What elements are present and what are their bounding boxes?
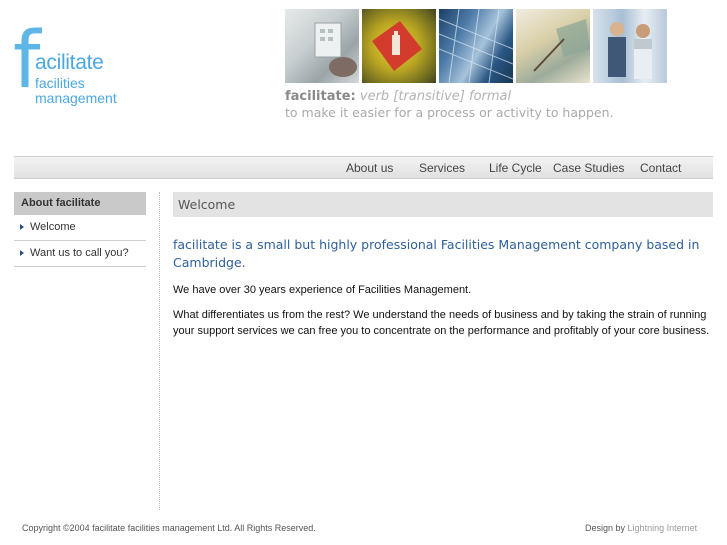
business-people-photo xyxy=(593,9,667,83)
glass-building-photo xyxy=(439,9,513,83)
nav-services[interactable]: Services xyxy=(419,161,465,175)
arrow-right-icon xyxy=(20,250,24,256)
tagline-meaning: to make it easier for a process or activ… xyxy=(285,105,614,120)
design-credit-prefix: Design by xyxy=(585,523,626,533)
sidebar-item-label: Welcome xyxy=(30,221,76,233)
logo-word-acilitate: acilitate xyxy=(35,51,104,74)
nav-contact[interactable]: Contact xyxy=(640,161,681,175)
header-photo-strip xyxy=(285,9,667,83)
sidebar-item-call-you[interactable]: Want us to call you? xyxy=(14,241,146,267)
page-heading-bar: Welcome xyxy=(173,192,713,217)
sidebar-heading: About facilitate xyxy=(14,192,146,215)
sidebar-item-welcome[interactable]: Welcome xyxy=(14,215,146,241)
copyright-text: Copyright ©2004 facilitate facilities ma… xyxy=(22,523,316,533)
experience-paragraph: We have over 30 years experience of Faci… xyxy=(173,284,472,296)
main-navigation: About us Services Life Cycle Case Studie… xyxy=(14,156,713,179)
tagline-word: facilitate: xyxy=(285,89,356,104)
intro-text: facilitate is a small but highly profess… xyxy=(173,237,700,270)
nav-about-us[interactable]: About us xyxy=(346,161,393,175)
tagline-grammar: verb [transitive] formal xyxy=(359,89,512,104)
sidebar: About facilitate Welcome Want us to call… xyxy=(14,192,146,267)
tagline-definition: facilitate: verb [transitive] formal xyxy=(285,89,511,104)
logo-word-management: management xyxy=(35,90,117,106)
keypad-photo xyxy=(285,9,359,83)
writing-hand-photo xyxy=(516,9,590,83)
company-logo[interactable]: f acilitate facilities management xyxy=(13,22,143,112)
design-credit-link[interactable]: Lightning Internet xyxy=(628,523,698,533)
nav-case-studies[interactable]: Case Studies xyxy=(553,161,624,175)
design-credit: Design by Lightning Internet xyxy=(585,523,697,533)
column-divider xyxy=(159,192,160,510)
sidebar-item-label: Want us to call you? xyxy=(30,247,129,259)
fire-extinguisher-sign-photo xyxy=(362,9,436,83)
logo-word-facilities: facilities xyxy=(35,75,85,91)
page-title: Welcome xyxy=(178,197,236,212)
arrow-right-icon xyxy=(20,224,24,230)
nav-life-cycle[interactable]: Life Cycle xyxy=(489,161,542,175)
differentiator-paragraph: What differentiates us from the rest? We… xyxy=(173,309,710,337)
